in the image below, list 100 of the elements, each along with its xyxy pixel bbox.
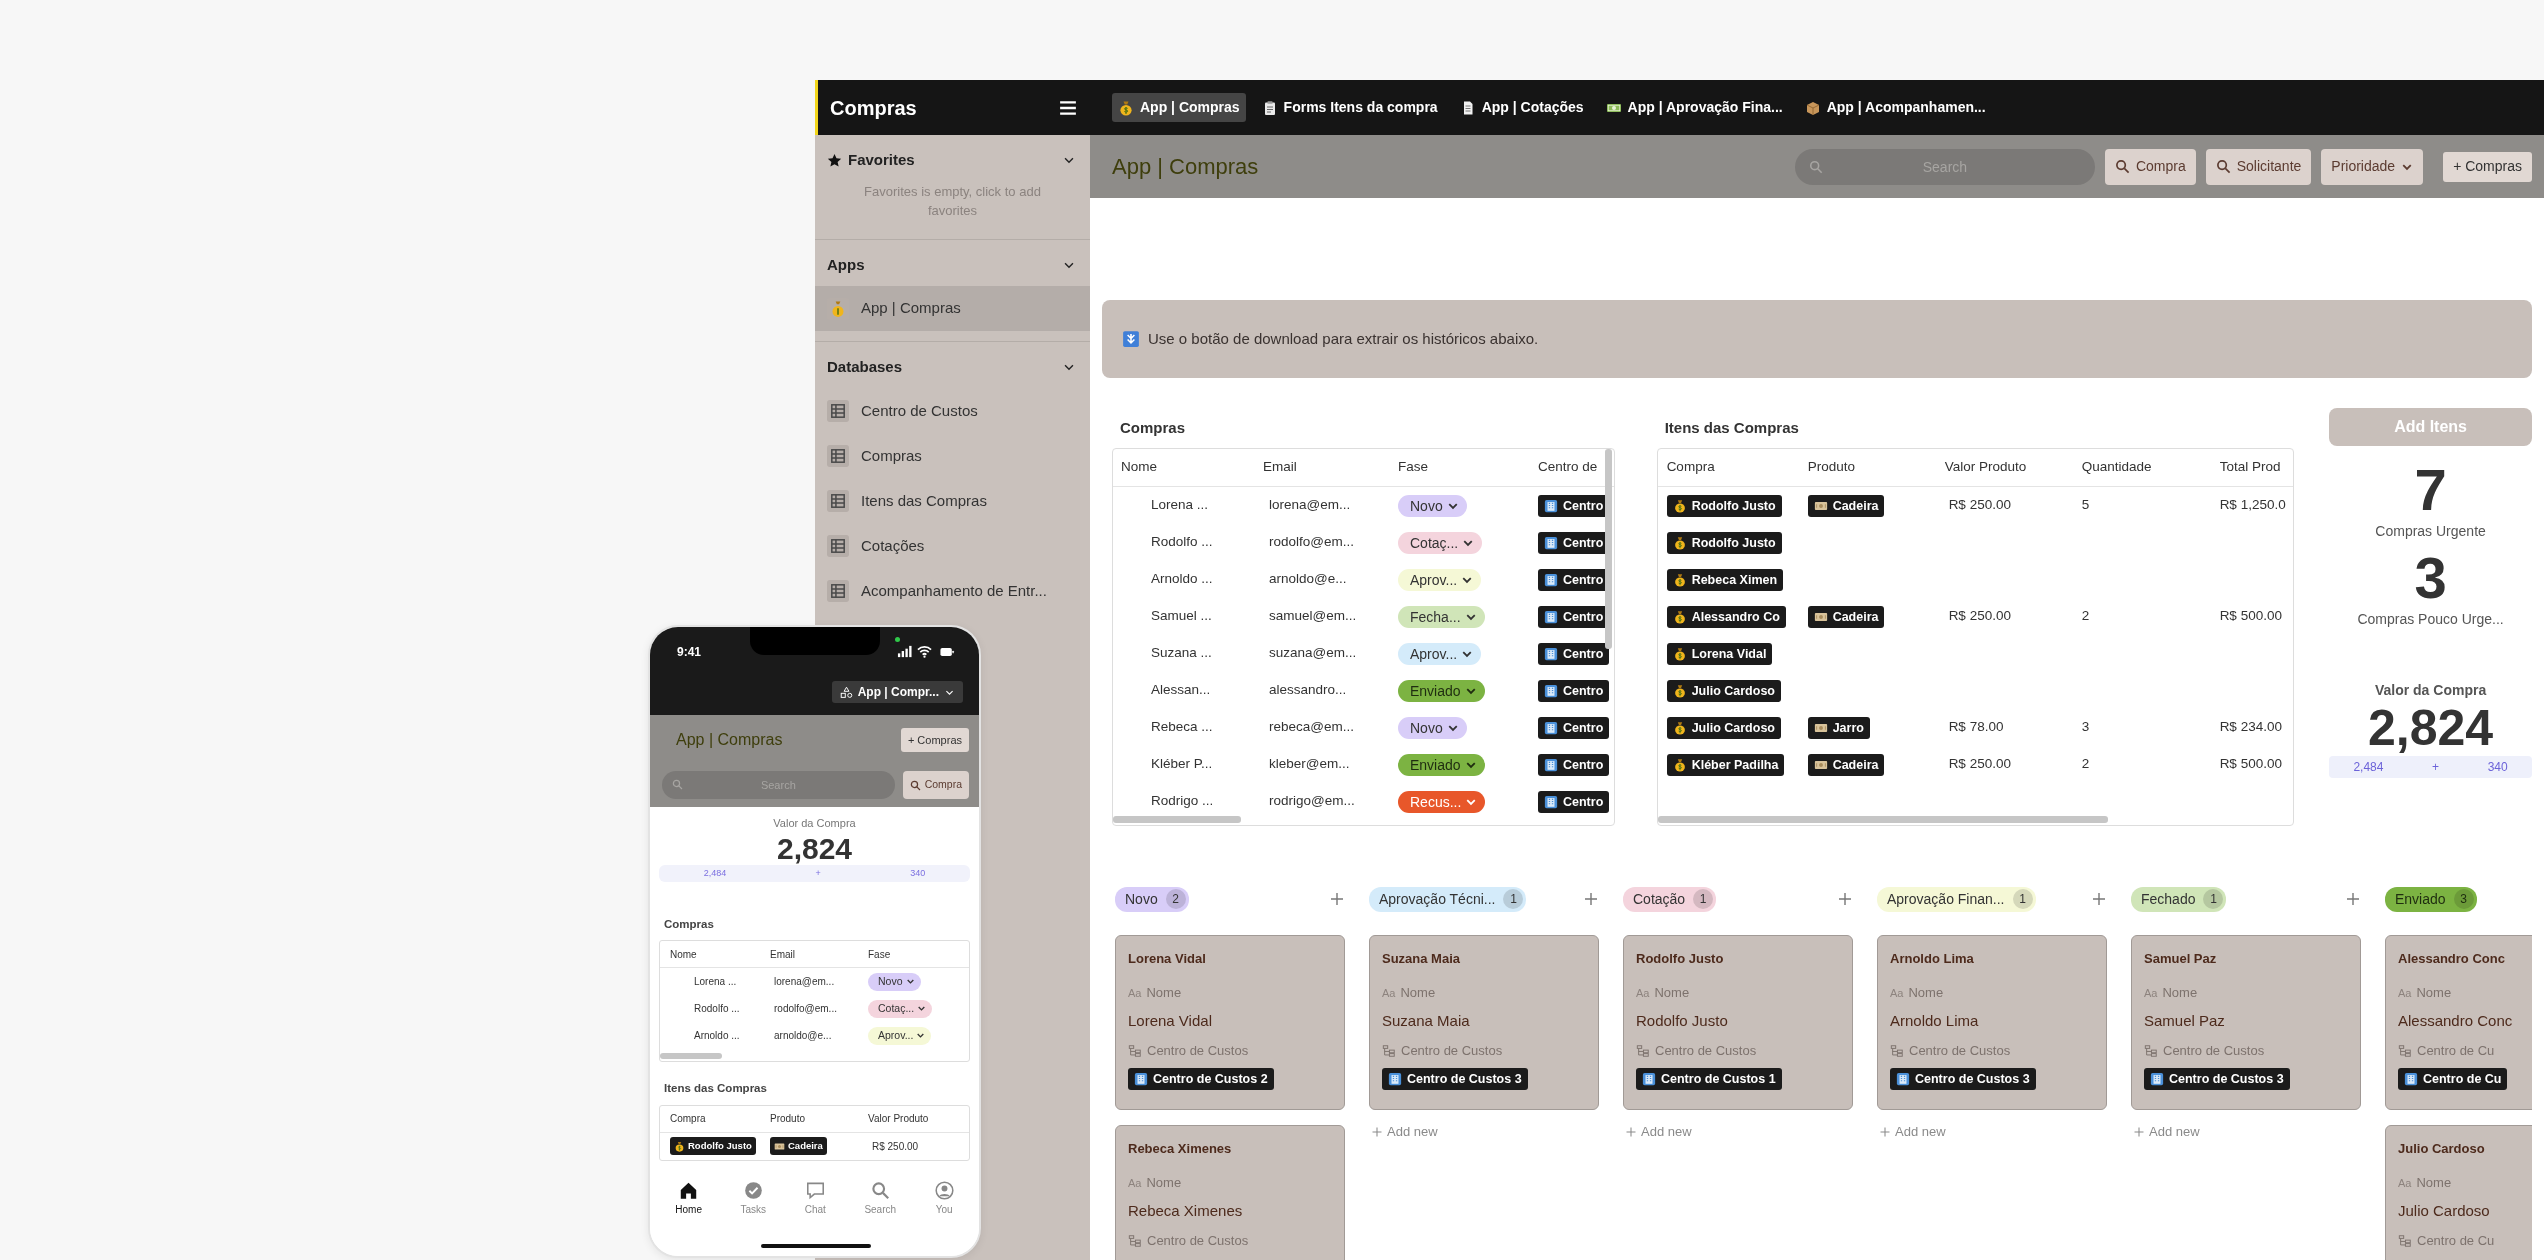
kanban-card[interactable]: Lorena Vidal Aa Nome Lorena Vidal Centro de Custos Centro de Custos 2 bbox=[1115, 935, 1345, 1110]
purchase-tag: Julio Cardoso bbox=[1666, 716, 1781, 739]
kanban-card[interactable]: Samuel Paz Aa Nome Samuel Paz Centro de Custos Centro de Custos 3 bbox=[2131, 935, 2361, 1110]
nav-item[interactable]: You bbox=[930, 1181, 958, 1221]
purchase-tag: Lorena Vidal bbox=[1666, 642, 1773, 665]
menu-icon[interactable] bbox=[1058, 98, 1078, 117]
page-title: App | Compras bbox=[1112, 153, 1259, 181]
add-icon[interactable] bbox=[1329, 891, 1345, 907]
column-header: Email bbox=[770, 947, 795, 962]
phase-dropdown[interactable]: Cotaç... bbox=[868, 999, 933, 1018]
phase-dropdown[interactable]: Novo bbox=[1398, 716, 1467, 739]
phase-dropdown[interactable]: Fecha... bbox=[1398, 605, 1485, 628]
cost-center-tag: Centro de Custos 3 bbox=[2144, 1068, 2290, 1090]
scrollbar[interactable] bbox=[1604, 449, 1612, 649]
phase-dropdown[interactable]: Novo bbox=[1398, 494, 1467, 517]
filter-button[interactable]: Solicitante bbox=[2205, 148, 2312, 185]
scrollbar[interactable] bbox=[1657, 816, 2108, 823]
nav-item[interactable]: Chat bbox=[800, 1181, 830, 1221]
sidebar-item[interactable]: App | Compras bbox=[815, 286, 1090, 331]
card-title: Rebeca Ximenes bbox=[1128, 1140, 1233, 1158]
status-tag: Enviado 3 bbox=[2385, 886, 2477, 912]
sidebar-item[interactable]: Centro de Custos bbox=[815, 388, 1090, 434]
phase-dropdown[interactable]: Aprov... bbox=[1398, 642, 1482, 665]
building-icon bbox=[2404, 1072, 2418, 1086]
scrollbar[interactable] bbox=[1113, 816, 1241, 823]
app-tab[interactable]: Forms Itens da compra bbox=[1255, 93, 1444, 122]
table-icon bbox=[827, 490, 849, 512]
text-field-glyph: Aa bbox=[1382, 986, 1396, 1001]
column-header: Centro de bbox=[1538, 458, 1598, 477]
table-cell-text: rodolfo@em... bbox=[774, 1002, 837, 1017]
building-icon bbox=[1642, 1072, 1656, 1086]
field-label: Centro de Cu bbox=[2417, 1232, 2495, 1250]
column-header: Quantidade bbox=[2081, 458, 2152, 477]
phase-dropdown[interactable]: Recus... bbox=[1398, 790, 1486, 813]
column-header: Compra bbox=[670, 1112, 706, 1126]
phase-dropdown[interactable]: Novo bbox=[868, 972, 921, 991]
nav-item[interactable]: Search bbox=[860, 1181, 901, 1221]
add-button[interactable]: + Compras bbox=[2443, 151, 2532, 182]
phase-dropdown[interactable]: Aprov... bbox=[868, 1026, 932, 1045]
add-new-link[interactable]: Add new bbox=[1369, 1122, 1599, 1142]
phase-dropdown[interactable]: Cotaç... bbox=[1398, 531, 1483, 554]
filter-button[interactable]: Compra bbox=[2104, 148, 2196, 185]
sidebar-item[interactable]: Itens das Compras bbox=[815, 478, 1090, 524]
table-title: Compras bbox=[664, 917, 715, 932]
add-icon[interactable] bbox=[1837, 891, 1853, 907]
table-cell-text: Arnoldo ... bbox=[1151, 570, 1213, 589]
app-tab[interactable]: App | Aprovação Fina... bbox=[1599, 93, 1789, 122]
app-tab[interactable]: App | Acompanhamen... bbox=[1798, 93, 1992, 122]
add-icon[interactable] bbox=[2345, 891, 2361, 907]
kanban-card[interactable]: Rebeca Ximenes Aa Nome Rebeca Ximenes Centro de Custos bbox=[1115, 1125, 1345, 1260]
app-tab[interactable]: App | Cotações bbox=[1453, 93, 1590, 122]
money-bag-icon bbox=[1672, 609, 1687, 624]
field-label: Nome bbox=[2416, 1174, 2452, 1192]
field-label: Nome bbox=[2416, 984, 2452, 1002]
add-new-link[interactable]: Add new bbox=[1623, 1122, 1853, 1142]
phase-dropdown[interactable]: Enviado bbox=[1398, 679, 1485, 702]
kanban-card[interactable]: Julio Cardoso Aa Nome Julio Cardoso Centro de Cu bbox=[2385, 1125, 2532, 1260]
filter-button[interactable]: Compra bbox=[902, 771, 969, 799]
phase-dropdown[interactable]: Enviado bbox=[1398, 753, 1485, 776]
filter-dropdown[interactable]: Prioridade bbox=[2321, 148, 2424, 185]
add-icon[interactable] bbox=[2091, 891, 2107, 907]
building-icon bbox=[2150, 1072, 2164, 1086]
purchase-tag: Rodolfo Justo bbox=[1666, 531, 1782, 554]
sidebar-item[interactable]: Acompanhamento de Entr... bbox=[815, 568, 1090, 614]
kanban-card[interactable]: Arnoldo Lima Aa Nome Arnoldo Lima Centro de Custos Centro de Custos 3 bbox=[1877, 935, 2107, 1110]
table-cell-text: R$ 500.00 bbox=[2219, 607, 2282, 626]
table-cell-text: R$ 250.00 bbox=[1948, 607, 2011, 626]
text-field-glyph: Aa bbox=[1890, 986, 1904, 1001]
app-tab[interactable]: App | Compras bbox=[1112, 93, 1246, 122]
building-icon bbox=[1544, 683, 1558, 698]
table-cell-text: R$ 234.00 bbox=[2219, 718, 2282, 737]
sidebar-item[interactable]: Cotações bbox=[815, 523, 1090, 569]
building-icon bbox=[1134, 1072, 1148, 1086]
field-value: Alessandro Conc bbox=[2398, 1011, 2514, 1031]
relation-icon bbox=[1636, 1044, 1650, 1058]
table-cell-text: rodrigo@em... bbox=[1269, 792, 1355, 811]
nav-item[interactable]: Home bbox=[671, 1181, 706, 1221]
table-cell-text: Samuel ... bbox=[1151, 607, 1212, 626]
metric-value: 7 bbox=[2414, 460, 2447, 521]
add-icon[interactable] bbox=[1583, 891, 1599, 907]
table-title: Itens das Compras bbox=[1663, 417, 1800, 438]
kanban-card[interactable]: Suzana Maia Aa Nome Suzana Maia Centro de Custos Centro de Custos 3 bbox=[1369, 935, 1599, 1110]
app-picker[interactable]: App | Compr... bbox=[831, 681, 963, 703]
cost-center-tag: Centro bbox=[1538, 679, 1610, 702]
metric-label: Valor da Compra bbox=[772, 816, 857, 831]
search-icon bbox=[1808, 159, 1823, 174]
kanban-card[interactable]: Alessandro Conc Aa Nome Alessandro Conc Centro de Cu Centro de Cu bbox=[2385, 935, 2532, 1110]
table-cell-text: R$ 500.00 bbox=[2219, 755, 2282, 774]
add-new-link[interactable]: Add new bbox=[1877, 1122, 2107, 1142]
table-cell-text: Rebeca ... bbox=[1151, 718, 1213, 737]
phase-dropdown[interactable]: Aprov... bbox=[1398, 568, 1482, 591]
field-value: Julio Cardoso bbox=[2398, 1201, 2491, 1221]
scrollbar[interactable] bbox=[660, 1053, 722, 1060]
table-cell-text: arnoldo@e... bbox=[774, 1029, 832, 1044]
add-new-link[interactable]: Add new bbox=[2131, 1122, 2361, 1142]
kanban-card[interactable]: Rodolfo Justo Aa Nome Rodolfo Justo Centro de Custos Centro de Custos 1 bbox=[1623, 935, 1853, 1110]
section-title: Databases bbox=[827, 357, 903, 377]
nav-item[interactable]: Tasks bbox=[736, 1181, 771, 1221]
add-button[interactable]: + Compras bbox=[900, 728, 969, 752]
sidebar-item[interactable]: Compras bbox=[815, 433, 1090, 479]
